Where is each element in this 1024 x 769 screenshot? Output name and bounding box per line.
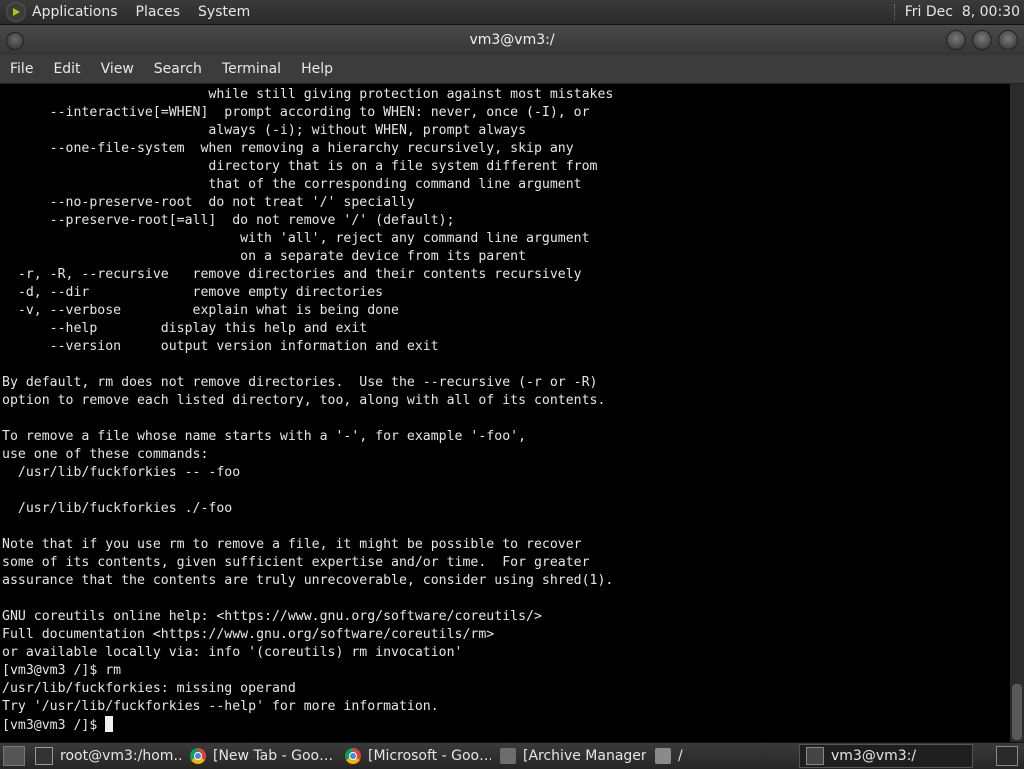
workspace-switcher[interactable] bbox=[996, 746, 1018, 766]
terminal-icon bbox=[35, 747, 53, 765]
terminal-line: option to remove each listed directory, … bbox=[2, 393, 606, 408]
taskbar-item-terminal-active[interactable]: vm3@vm3:/ bbox=[799, 744, 973, 768]
terminal-line: with 'all', reject any command line argu… bbox=[2, 231, 590, 246]
panel-separator bbox=[893, 4, 899, 20]
menu-places[interactable]: Places bbox=[136, 4, 181, 20]
task-label: [Microsoft - Goo… bbox=[368, 748, 491, 764]
menu-search[interactable]: Search bbox=[144, 61, 212, 77]
terminal-text[interactable]: while still giving protection against mo… bbox=[0, 84, 1010, 735]
terminal-line: some of its contents, given sufficient e… bbox=[2, 555, 590, 570]
menu-help[interactable]: Help bbox=[291, 61, 343, 77]
minimize-button[interactable] bbox=[946, 30, 966, 50]
terminal-line: --interactive[=WHEN] prompt according to… bbox=[2, 105, 590, 120]
terminal-line: always (-i); without WHEN, prompt always bbox=[2, 123, 527, 138]
terminal-line: --preserve-root[=all] do not remove '/' … bbox=[2, 213, 455, 228]
terminal-line: while still giving protection against mo… bbox=[2, 87, 614, 102]
terminal-line: [vm3@vm3 /]$ rm bbox=[2, 663, 122, 678]
terminal-line: -r, -R, --recursive remove directories a… bbox=[2, 267, 582, 282]
terminal-scrollbar[interactable] bbox=[1010, 84, 1024, 742]
terminal-icon bbox=[806, 747, 824, 765]
menu-terminal[interactable]: Terminal bbox=[212, 61, 291, 77]
terminal-prompt: [vm3@vm3 /]$ bbox=[2, 718, 106, 733]
terminal-line: directory that is on a file system diffe… bbox=[2, 159, 598, 174]
taskbar-item-new-tab[interactable]: [New Tab - Goo… bbox=[184, 745, 336, 767]
menu-system[interactable]: System bbox=[198, 4, 250, 20]
terminal-line: --version output version information and… bbox=[2, 339, 439, 354]
chrome-icon bbox=[345, 748, 361, 764]
folder-icon bbox=[655, 748, 671, 764]
terminal-line: or available locally via: info '(coreuti… bbox=[2, 645, 463, 660]
terminal-line: assurance that the contents are truly un… bbox=[2, 573, 614, 588]
terminal-line: /usr/lib/fuckforkies: missing operand bbox=[2, 681, 296, 696]
terminal-menubar: File Edit View Search Terminal Help bbox=[0, 55, 1024, 84]
task-label: [Archive Manager] bbox=[523, 748, 646, 764]
terminal-line: /usr/lib/fuckforkies ./-foo bbox=[2, 501, 233, 516]
maximize-button[interactable] bbox=[972, 30, 992, 50]
menu-applications[interactable]: Applications bbox=[32, 4, 118, 20]
terminal-line: -v, --verbose explain what is being done bbox=[2, 303, 399, 318]
window-menu-icon[interactable] bbox=[6, 32, 24, 50]
terminal-output[interactable]: while still giving protection against mo… bbox=[0, 84, 1010, 742]
menu-file[interactable]: File bbox=[0, 61, 43, 77]
terminal-cursor bbox=[105, 716, 114, 732]
terminal-line: -d, --dir remove empty directories bbox=[2, 285, 384, 300]
clock[interactable]: Fri Dec 8, 00:30 bbox=[905, 4, 1020, 20]
taskbar-item-terminal-root[interactable]: root@vm3:/hom… bbox=[29, 745, 181, 767]
task-label: root@vm3:/hom… bbox=[60, 748, 181, 764]
terminal-line: --no-preserve-root do not treat '/' spec… bbox=[2, 195, 415, 210]
task-label: / bbox=[678, 748, 683, 764]
terminal-line: --one-file-system when removing a hierar… bbox=[2, 141, 574, 156]
terminal-line: that of the corresponding command line a… bbox=[2, 177, 582, 192]
scrollbar-thumb[interactable] bbox=[1012, 684, 1022, 740]
task-label: [New Tab - Goo… bbox=[213, 748, 334, 764]
terminal-line: /usr/lib/fuckforkies -- -foo bbox=[2, 465, 241, 480]
menu-edit[interactable]: Edit bbox=[43, 61, 90, 77]
bottom-panel: root@vm3:/hom… [New Tab - Goo… [Microsof… bbox=[0, 742, 1024, 769]
terminal-line: Try '/usr/lib/fuckforkies --help' for mo… bbox=[2, 699, 439, 714]
chrome-icon bbox=[190, 748, 206, 764]
menu-view[interactable]: View bbox=[91, 61, 144, 77]
terminal-line: --help display this help and exit bbox=[2, 321, 368, 336]
terminal-line: To remove a file whose name starts with … bbox=[2, 429, 527, 444]
terminal-line: Note that if you use rm to remove a file… bbox=[2, 537, 582, 552]
window-title: vm3@vm3:/ bbox=[469, 32, 555, 48]
close-button[interactable] bbox=[998, 30, 1018, 50]
taskbar-item-microsoft[interactable]: [Microsoft - Goo… bbox=[339, 745, 491, 767]
terminal-line: Full documentation <https://www.gnu.org/… bbox=[2, 627, 495, 642]
show-desktop-icon[interactable] bbox=[3, 746, 25, 766]
window-titlebar[interactable]: vm3@vm3:/ bbox=[0, 25, 1024, 55]
taskbar-item-archive-manager[interactable]: [Archive Manager] bbox=[494, 745, 646, 767]
terminal-line: on a separate device from its parent bbox=[2, 249, 527, 264]
terminal-line: GNU coreutils online help: <https://www.… bbox=[2, 609, 542, 624]
taskbar-item-folder-root[interactable]: / bbox=[649, 745, 796, 767]
distro-logo-icon[interactable] bbox=[6, 2, 26, 22]
top-panel: Applications Places System Fri Dec 8, 00… bbox=[0, 0, 1024, 25]
task-label: vm3@vm3:/ bbox=[831, 748, 917, 764]
terminal-line: By default, rm does not remove directori… bbox=[2, 375, 598, 390]
archive-icon bbox=[500, 748, 516, 764]
window-controls bbox=[946, 30, 1018, 50]
terminal-line: use one of these commands: bbox=[2, 447, 209, 462]
